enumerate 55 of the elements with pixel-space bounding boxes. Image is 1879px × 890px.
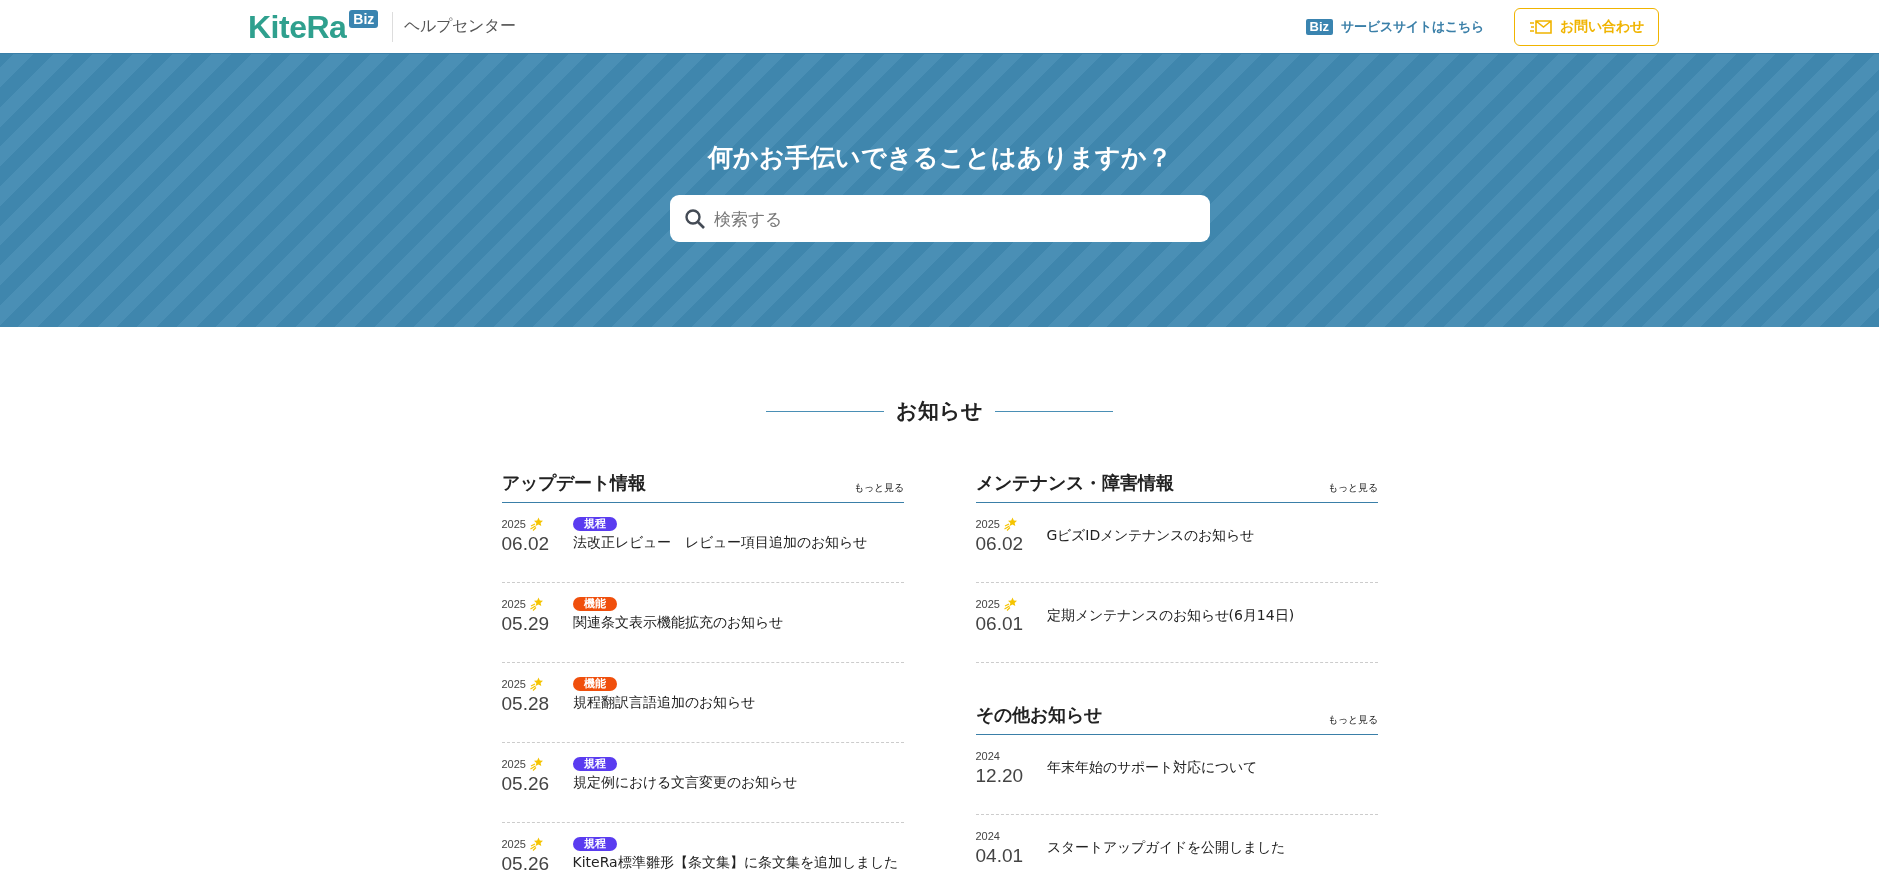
year-text: 2025: [501, 758, 526, 770]
year-text: 2024: [975, 750, 1000, 762]
date-text: 05.26: [501, 853, 551, 875]
news-link[interactable]: 規定例における文言変更のお知らせ: [572, 774, 797, 792]
section-heading: お知らせ: [896, 398, 983, 425]
news-item[interactable]: 2025 05.26 規程 KiteRa標準雛形【条文集】に条文集を追加しました: [501, 823, 904, 890]
category-title: アップデート情報: [501, 471, 646, 495]
year-text: 2025: [501, 518, 526, 530]
more-link[interactable]: もっと見る: [1327, 481, 1378, 495]
news-item[interactable]: 2025 06.01 定期メンテナンスのお知らせ(6月14日): [975, 583, 1378, 663]
news-link[interactable]: 規程翻訳言語追加のお知らせ: [572, 694, 755, 712]
year-text: 2025: [501, 838, 526, 850]
date-text: 06.01: [975, 613, 1025, 635]
category-tag: 規程: [572, 837, 617, 851]
date-text: 12.20: [975, 765, 1025, 787]
news-link[interactable]: 法改正レビュー レビュー項目追加のお知らせ: [572, 534, 867, 552]
search-icon: [683, 208, 706, 230]
news-item[interactable]: 2025 05.26 規程 規定例における文言変更のお知らせ: [501, 743, 904, 823]
mail-icon: [1530, 19, 1552, 34]
date-text: 06.02: [501, 533, 551, 555]
search-field[interactable]: 検索する: [669, 195, 1210, 242]
news-item[interactable]: 2025 05.29 機能 関連条文表示機能拡充のお知らせ: [501, 583, 904, 663]
news-link[interactable]: スタートアップガイドを公開しました: [1046, 839, 1285, 857]
news-link[interactable]: 定期メンテナンスのお知らせ(6月14日): [1046, 607, 1295, 625]
more-link[interactable]: もっと見る: [1327, 713, 1378, 727]
news-item[interactable]: 2025 06.02 GビズIDメンテナンスのお知らせ: [975, 503, 1378, 583]
news-link[interactable]: 年末年始のサポート対応について: [1046, 759, 1257, 777]
year-text: 2025: [975, 598, 1000, 610]
more-link[interactable]: もっと見る: [853, 481, 904, 495]
date-text: 05.29: [501, 613, 551, 635]
news-item[interactable]: 2024 12.20 年末年始のサポート対応について: [975, 735, 1378, 815]
news-link[interactable]: GビズIDメンテナンスのお知らせ: [1046, 527, 1255, 545]
category-tag: 規程: [572, 757, 617, 771]
category-tag: 規程: [572, 517, 617, 531]
year-text: 2025: [501, 598, 526, 610]
news-item[interactable]: 2025 05.28 機能 規程翻訳言語追加のお知らせ: [501, 663, 904, 743]
news-link[interactable]: 関連条文表示機能拡充のお知らせ: [572, 614, 783, 632]
date-text: 05.26: [501, 773, 551, 795]
date-text: 06.02: [975, 533, 1025, 555]
site-title: ヘルプセンター: [404, 16, 517, 37]
category-title: メンテナンス・障害情報: [975, 471, 1174, 495]
category-title: その他お知らせ: [975, 703, 1102, 727]
hero-title: 何かお手伝いできることはありますか？: [707, 143, 1172, 173]
category-tag: 機能: [572, 677, 617, 691]
date-text: 04.01: [975, 845, 1025, 867]
service-site-link[interactable]: Biz サービスサイトはこちら: [1305, 17, 1484, 36]
year-text: 2025: [501, 678, 526, 690]
year-text: 2025: [975, 518, 1000, 530]
date-text: 05.28: [501, 693, 551, 715]
news-link[interactable]: KiteRa標準雛形【条文集】に条文集を追加しました: [572, 854, 898, 872]
logo[interactable]: KiteRa Biz: [248, 9, 379, 44]
year-text: 2024: [975, 830, 1000, 842]
category-tag: 機能: [572, 597, 617, 611]
news-item[interactable]: 2025 06.02 規程 法改正レビュー レビュー項目追加のお知らせ: [501, 503, 904, 583]
news-item[interactable]: 2024 04.01 スタートアップガイドを公開しました: [975, 815, 1378, 890]
